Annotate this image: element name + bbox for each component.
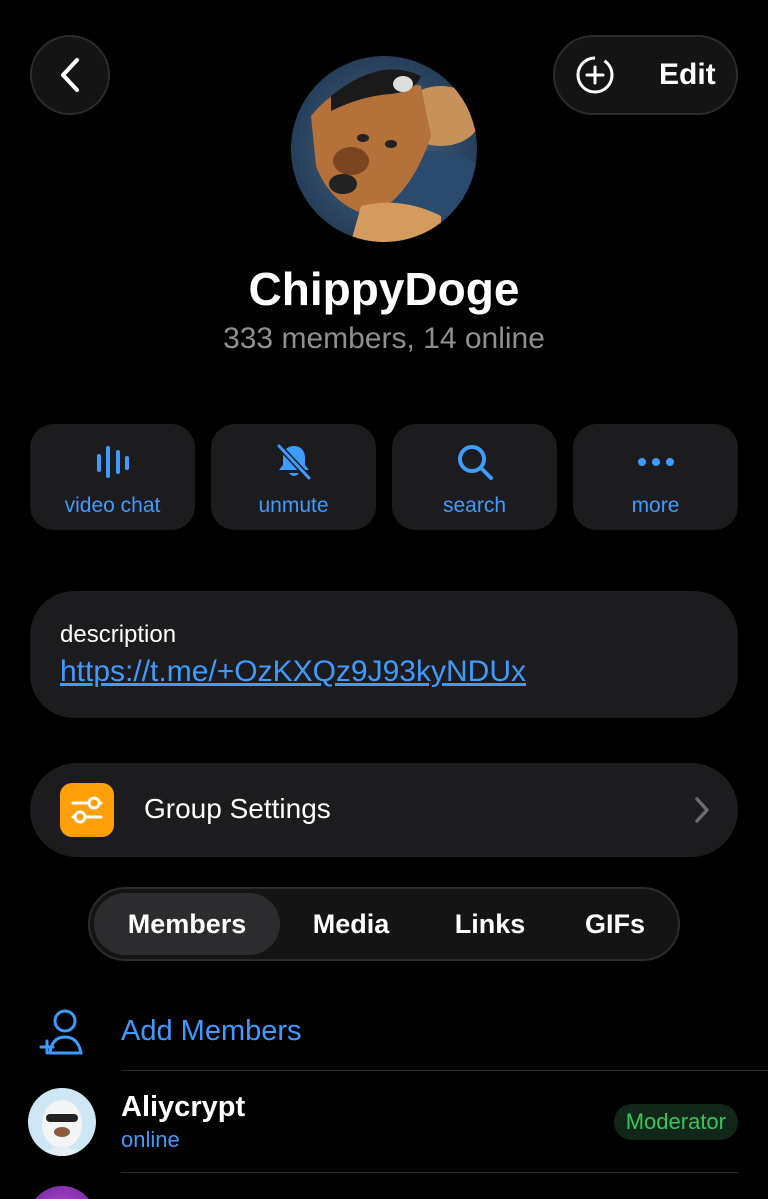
more-button[interactable]: more bbox=[573, 424, 738, 530]
action-label: video chat bbox=[64, 494, 161, 517]
action-label: search bbox=[442, 494, 507, 517]
member-count: 333 members, 14 online bbox=[223, 322, 545, 355]
chevron-right-icon bbox=[695, 797, 709, 823]
moderator-badge: Moderator bbox=[613, 1104, 738, 1140]
add-person-icon bbox=[39, 1009, 83, 1055]
add-story-button[interactable] bbox=[575, 55, 615, 95]
divider bbox=[121, 1172, 738, 1173]
waveform-icon bbox=[96, 446, 129, 478]
unmute-button[interactable]: unmute bbox=[211, 424, 376, 530]
add-members-label: Add Members bbox=[121, 1015, 302, 1047]
tab-gifs[interactable]: GIFs bbox=[560, 893, 670, 955]
edit-pill: Edit bbox=[553, 35, 738, 115]
chevron-left-icon bbox=[61, 58, 79, 92]
group-settings-label: Group Settings bbox=[144, 793, 331, 824]
group-settings-row[interactable]: Group Settings bbox=[30, 763, 738, 857]
dog-photo bbox=[291, 56, 477, 242]
bell-slash-icon bbox=[276, 443, 311, 481]
sliders-icon bbox=[60, 783, 114, 837]
search-icon bbox=[457, 445, 493, 480]
tab-links[interactable]: Links bbox=[426, 893, 554, 955]
action-label: unmute bbox=[258, 494, 329, 517]
group-info-screen: Edit ChippyDoge 333 members, 14 online v… bbox=[0, 0, 768, 1199]
group-name: ChippyDoge bbox=[248, 263, 520, 315]
add-members-row[interactable]: Add Members bbox=[0, 995, 768, 1070]
member-status: online bbox=[121, 1127, 180, 1152]
avatar bbox=[28, 1088, 96, 1156]
avatar bbox=[28, 1186, 96, 1199]
circle-plus-icon bbox=[576, 56, 614, 94]
search-button[interactable]: search bbox=[392, 424, 557, 530]
segmented-tabs: Members Media Links GIFs bbox=[88, 887, 680, 961]
action-bar: video chat unmute search more bbox=[30, 424, 738, 530]
invite-link[interactable]: https://t.me/+OzKXQz9J93kyNDUx bbox=[60, 655, 526, 689]
description-card: description https://t.me/+OzKXQz9J93kyND… bbox=[30, 591, 738, 718]
back-button[interactable] bbox=[30, 35, 110, 115]
member-row[interactable]: Aliycrypt online Moderator bbox=[0, 1071, 768, 1171]
group-avatar[interactable] bbox=[291, 56, 477, 242]
video-chat-button[interactable]: video chat bbox=[30, 424, 195, 530]
member-name: Aliycrypt bbox=[121, 1091, 246, 1123]
description-label: description bbox=[60, 621, 177, 648]
action-label: more bbox=[631, 494, 680, 517]
tab-media[interactable]: Media bbox=[286, 893, 416, 955]
tab-members[interactable]: Members bbox=[94, 893, 280, 955]
ellipsis-icon bbox=[637, 458, 674, 466]
edit-button[interactable]: Edit bbox=[659, 58, 716, 92]
